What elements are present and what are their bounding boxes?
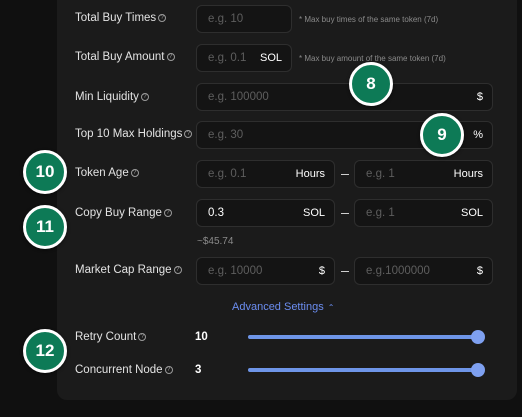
copy-buy-range-min-input[interactable]: 0.3 SOL [196,199,335,227]
token-age-label: Token Age ? [75,167,139,179]
min-liquidity-label: Min Liquidity ? [75,91,149,103]
placeholder-text: e.g. 1 [366,168,395,180]
unit-label: SOL [302,207,325,219]
range-dash [341,174,349,175]
top10-max-holdings-label: Top 10 Max Holdings ? [75,128,193,140]
placeholder-text: e.g. 30 [208,129,244,141]
placeholder-text: e.g. 10 [208,13,244,25]
token-age-min-input[interactable]: e.g. 0.1 Hours [196,160,335,188]
concurrent-node-label: Concurrent Node ? [75,364,173,376]
annotation-badge-10: 10 [23,150,67,194]
unit-label: $ [318,265,325,277]
unit-label: SOL [259,52,282,64]
help-icon[interactable]: ? [140,93,149,101]
annotation-badge-8: 8 [349,62,393,106]
concurrent-node-slider-track[interactable] [248,368,478,372]
retry-count-label: Retry Count ? [75,331,147,343]
label-text: Total Buy Times [75,12,157,24]
total-buy-times-input[interactable]: e.g. 10 [196,5,292,33]
range-dash [341,271,349,272]
help-icon[interactable]: ? [173,266,182,274]
label-text: Copy Buy Range [75,207,162,219]
market-cap-max-input[interactable]: e.g.1000000 $ [354,257,493,285]
label-text: Market Cap Range [75,264,172,276]
copy-buy-range-label: Copy Buy Range ? [75,207,172,219]
annotation-badge-9: 9 [420,113,464,157]
label-text: Total Buy Amount [75,51,165,63]
help-icon[interactable]: ? [166,53,175,61]
retry-count-slider-thumb[interactable] [471,330,485,344]
copy-buy-range-max-input[interactable]: e.g. 1 SOL [354,199,493,227]
annotation-badge-11: 11 [23,205,67,249]
total-buy-times-label: Total Buy Times ? [75,12,167,24]
label-text: Min Liquidity [75,91,139,103]
help-icon[interactable]: ? [158,14,167,22]
label-text: Top 10 Max Holdings [75,128,183,140]
placeholder-text: e.g. 1 [366,207,395,219]
help-icon[interactable]: ? [130,169,139,177]
help-icon[interactable]: ? [184,130,193,138]
label-text: Retry Count [75,331,137,343]
placeholder-text: e.g. 100000 [208,91,269,103]
placeholder-text: e.g.1000000 [366,265,430,277]
label-text: Concurrent Node [75,364,163,376]
range-dash [341,213,349,214]
total-buy-amount-input[interactable]: e.g. 0.1 SOL [196,44,292,72]
placeholder-text: e.g. 10000 [208,265,263,277]
placeholder-text: e.g. 0.1 [208,168,247,180]
advanced-settings-label: Advanced Settings [232,301,324,313]
total-buy-amount-label: Total Buy Amount ? [75,51,175,63]
concurrent-node-slider-thumb[interactable] [471,363,485,377]
unit-label: % [473,129,483,141]
total-buy-times-note: * Max buy times of the same token (7d) [299,15,439,24]
input-value: 0.3 [208,207,224,219]
retry-count-value: 10 [195,331,208,343]
placeholder-text: e.g. 0.1 [208,52,247,64]
unit-label: $ [476,265,483,277]
label-text: Token Age [75,167,129,179]
unit-label: $ [476,91,483,103]
unit-label: SOL [460,207,483,219]
advanced-settings-toggle[interactable]: Advanced Settings ⌃ [232,301,334,313]
market-cap-range-label: Market Cap Range ? [75,264,182,276]
unit-label: Hours [453,168,483,180]
unit-label: Hours [295,168,325,180]
usd-approx-text: ~$45.74 [197,236,234,247]
retry-count-slider-track[interactable] [248,335,478,339]
token-age-max-input[interactable]: e.g. 1 Hours [354,160,493,188]
market-cap-min-input[interactable]: e.g. 10000 $ [196,257,335,285]
help-icon[interactable]: ? [164,366,173,374]
help-icon[interactable]: ? [163,209,172,217]
annotation-badge-12: 12 [23,329,67,373]
help-icon[interactable]: ? [138,333,147,341]
chevron-up-icon: ⌃ [327,302,335,312]
min-liquidity-input[interactable]: e.g. 100000 $ [196,83,493,111]
concurrent-node-value: 3 [195,364,202,376]
